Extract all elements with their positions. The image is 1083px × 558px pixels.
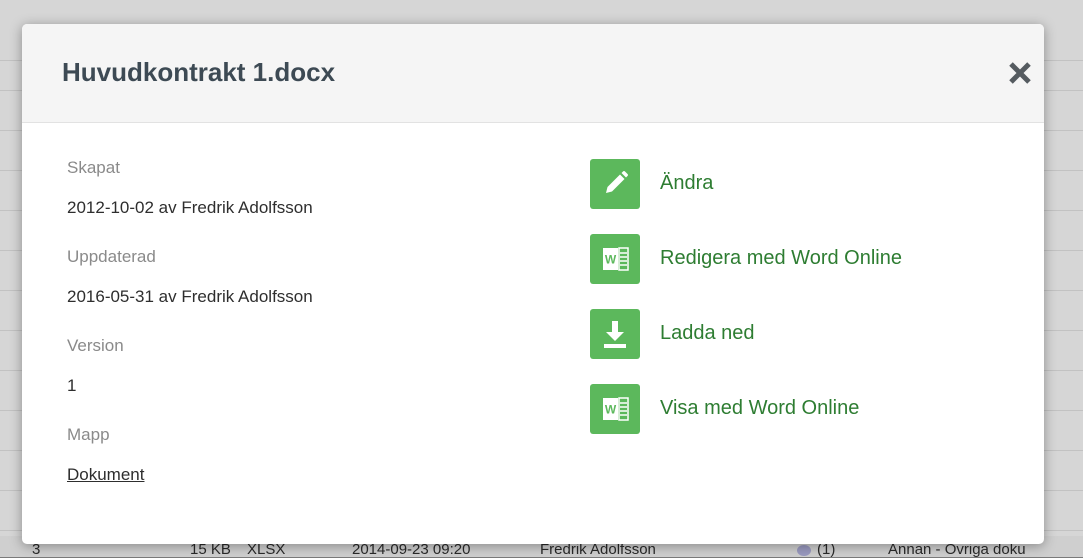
close-button[interactable]	[1007, 60, 1033, 86]
download-button-label: Ladda ned	[660, 322, 755, 344]
version-label: Version	[67, 336, 124, 355]
created-label: Skapat	[67, 158, 120, 177]
document-details-dialog: Huvudkontrakt 1.docx Skapat 2012-10-02 a…	[22, 24, 1044, 544]
created-value: 2012-10-02 av Fredrik Adolfsson	[67, 198, 313, 217]
updated-value: 2016-05-31 av Fredrik Adolfsson	[67, 287, 313, 306]
word-icon: W	[590, 234, 640, 284]
edit-button[interactable]: Ändra	[590, 159, 1010, 209]
edit-in-word-online-label: Redigera med Word Online	[660, 247, 902, 269]
word-icon: W	[590, 384, 640, 434]
svg-text:W: W	[605, 403, 617, 417]
view-in-word-online-label: Visa med Word Online	[660, 397, 860, 419]
dialog-title: Huvudkontrakt 1.docx	[62, 57, 336, 87]
updated-label: Uppdaterad	[67, 247, 156, 266]
view-in-word-online-button[interactable]: W Visa med Word Online	[590, 384, 1010, 434]
pencil-icon	[590, 159, 640, 209]
version-value: 1	[67, 376, 77, 395]
folder-link[interactable]: Dokument	[67, 465, 144, 484]
dialog-header: Huvudkontrakt 1.docx	[22, 24, 1044, 123]
folder-label: Mapp	[67, 425, 110, 444]
folder-value-container: Dokument	[67, 465, 144, 485]
edit-in-word-online-button[interactable]: W Redigera med Word Online	[590, 234, 1010, 284]
edit-button-label: Ändra	[660, 172, 714, 194]
close-icon	[1009, 62, 1031, 84]
download-icon	[590, 309, 640, 359]
comment-icon	[797, 544, 811, 556]
download-button[interactable]: Ladda ned	[590, 309, 1010, 359]
svg-text:W: W	[605, 253, 617, 267]
